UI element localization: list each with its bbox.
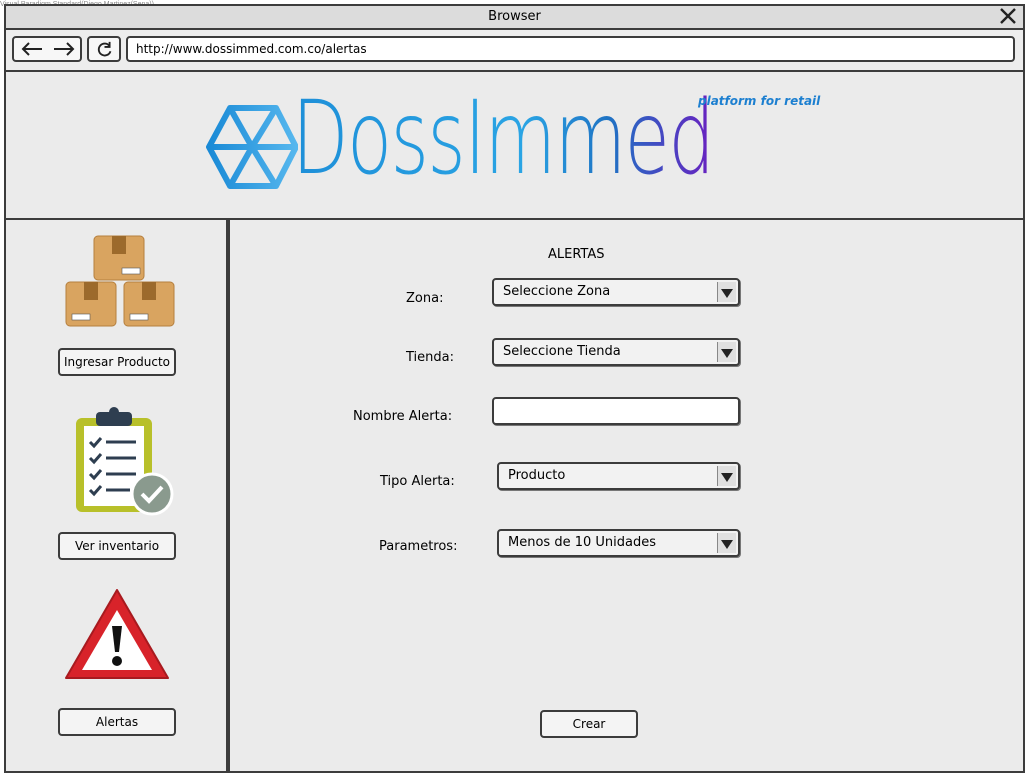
sidebar: Ingresar Producto Ver inventario Alertas bbox=[6, 220, 228, 771]
ver-inventario-button[interactable]: Ver inventario bbox=[58, 532, 176, 560]
close-icon[interactable] bbox=[998, 6, 1018, 26]
clipboard-checklist-icon bbox=[76, 407, 174, 516]
dossimmed-cube-logo-icon bbox=[206, 105, 298, 189]
browser-toolbar: http://www.dossimmed.com.co/alertas bbox=[6, 30, 1023, 72]
zona-select[interactable]: Seleccione Zona bbox=[492, 278, 740, 306]
tipo-alerta-label: Tipo Alerta: bbox=[380, 474, 455, 489]
form-title: ALERTAS bbox=[548, 247, 605, 262]
boxes-icon bbox=[65, 235, 175, 327]
address-bar[interactable]: http://www.dossimmed.com.co/alertas bbox=[126, 36, 1015, 62]
zona-select-value: Seleccione Zona bbox=[503, 284, 611, 299]
window-title: Browser bbox=[488, 9, 541, 24]
tipo-alerta-select-value: Producto bbox=[508, 468, 566, 483]
browser-window: Browser http://www.dossimmed.com.co/aler… bbox=[4, 4, 1025, 773]
crear-button[interactable]: Crear bbox=[540, 710, 638, 738]
forward-arrow-icon[interactable] bbox=[52, 41, 76, 57]
chevron-down-icon bbox=[717, 466, 736, 486]
header-banner: DossImmed platform for retail bbox=[6, 72, 1023, 220]
chevron-down-icon bbox=[717, 533, 736, 553]
main-content: ALERTAS Zona: Seleccione Zona Tienda: Se… bbox=[228, 220, 1023, 771]
back-arrow-icon[interactable] bbox=[20, 41, 44, 57]
warning-icon bbox=[65, 589, 169, 679]
parametros-label: Parametros: bbox=[379, 539, 458, 554]
tienda-select-value: Seleccione Tienda bbox=[503, 344, 621, 359]
reload-icon bbox=[97, 41, 112, 57]
ingresar-producto-button[interactable]: Ingresar Producto bbox=[58, 348, 176, 376]
reload-button[interactable] bbox=[87, 36, 121, 62]
tipo-alerta-select[interactable]: Producto bbox=[497, 462, 740, 490]
chevron-down-icon bbox=[717, 282, 736, 302]
brand-tagline: platform for retail bbox=[698, 94, 821, 108]
chevron-down-icon bbox=[717, 342, 736, 362]
tienda-select[interactable]: Seleccione Tienda bbox=[492, 338, 740, 366]
zona-label: Zona: bbox=[406, 291, 444, 306]
back-forward-buttons bbox=[12, 36, 82, 62]
nombre-alerta-input[interactable] bbox=[492, 397, 740, 425]
title-bar: Browser bbox=[6, 6, 1023, 30]
parametros-select-value: Menos de 10 Unidades bbox=[508, 535, 656, 550]
alertas-button[interactable]: Alertas bbox=[58, 708, 176, 736]
nombre-alerta-label: Nombre Alerta: bbox=[353, 409, 453, 424]
parametros-select[interactable]: Menos de 10 Unidades bbox=[497, 529, 740, 557]
brand-logo-text: DossImmed bbox=[292, 79, 715, 198]
tienda-label: Tienda: bbox=[406, 350, 454, 365]
